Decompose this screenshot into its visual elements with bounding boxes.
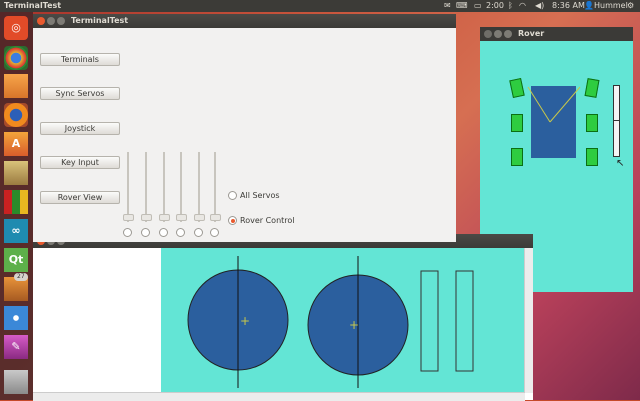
- rover-control-label: Rover Control: [240, 216, 295, 225]
- servo-slider-5[interactable]: [194, 152, 205, 222]
- key-input-button[interactable]: Key Input: [40, 156, 120, 169]
- mail-icon[interactable]: ✉: [444, 0, 451, 12]
- toolbox-icon: [4, 161, 28, 185]
- servo-slider-2[interactable]: [141, 152, 152, 222]
- servo-select-radio-2[interactable]: [141, 228, 150, 237]
- volume-icon[interactable]: ◀): [535, 0, 544, 12]
- slider-knob[interactable]: [159, 214, 170, 221]
- sync-servos-button[interactable]: Sync Servos: [40, 87, 120, 100]
- close-icon[interactable]: [37, 17, 45, 25]
- maximize-icon[interactable]: [57, 17, 65, 25]
- slider-knob[interactable]: [210, 214, 221, 221]
- slider-knob[interactable]: [141, 214, 152, 221]
- rover-wheel-rear-right: [586, 148, 598, 166]
- servo-select-radio-1[interactable]: [123, 228, 132, 237]
- usb-drive-launcher[interactable]: [4, 370, 28, 394]
- launcher: ◎ A ∞ Qt 27 ✎: [0, 12, 33, 400]
- right-gauge-bar: [455, 270, 474, 372]
- libreoffice-launcher[interactable]: [4, 190, 28, 214]
- rover-wheel-middle-left: [511, 114, 523, 132]
- software-center-launcher[interactable]: A: [4, 132, 28, 156]
- view-blank-panel: [33, 248, 161, 393]
- slider-knob[interactable]: [176, 214, 187, 221]
- servo-select-radio-6[interactable]: [210, 228, 219, 237]
- user-name[interactable]: Hummel: [594, 0, 628, 12]
- shopping-bag-icon: A: [4, 132, 28, 156]
- clock[interactable]: 8:36 AM: [552, 0, 585, 12]
- terminals-button[interactable]: Terminals: [40, 53, 120, 66]
- rover-wheel-rear-left: [511, 148, 523, 166]
- arduino-icon: ∞: [4, 219, 28, 243]
- servo-select-radio-4[interactable]: [176, 228, 185, 237]
- qt-creator-launcher[interactable]: Qt: [4, 248, 28, 272]
- slider-knob[interactable]: [123, 214, 134, 221]
- keyboard-icon[interactable]: ⌨: [456, 0, 468, 12]
- rover-throttle-bar[interactable]: [613, 85, 620, 157]
- folder-icon: [4, 74, 28, 98]
- servo-slider-6[interactable]: [210, 152, 221, 222]
- all-servos-label: All Servos: [240, 191, 280, 200]
- throttle-marker: [614, 120, 619, 121]
- direction-line-right: [549, 86, 581, 123]
- slider-knob[interactable]: [194, 214, 205, 221]
- window-title: TerminalTest: [71, 16, 129, 25]
- drive-icon: [4, 370, 28, 394]
- active-app-title: TerminalTest: [4, 1, 62, 10]
- terminal-test-window: TerminalTest Terminals Sync Servos Joyst…: [33, 14, 456, 242]
- system-launcher[interactable]: [4, 161, 28, 185]
- battery-time[interactable]: 2:00: [486, 0, 504, 12]
- rover-wheel-middle-right: [586, 114, 598, 132]
- firefox-launcher[interactable]: [4, 103, 28, 127]
- files-launcher[interactable]: [4, 74, 28, 98]
- servo-slider-3[interactable]: [159, 152, 170, 222]
- left-wheel-center-marker: +: [240, 314, 250, 328]
- mouse-cursor-icon: ↖: [616, 158, 625, 169]
- office-icon: [4, 190, 28, 214]
- chromium-launcher[interactable]: [4, 46, 28, 70]
- updates-launcher[interactable]: 27: [4, 273, 28, 301]
- ubuntu-logo-icon: ◎: [11, 21, 21, 34]
- left-gauge-bar: [420, 270, 439, 372]
- rover-control-radio[interactable]: [228, 216, 237, 225]
- arduino-launcher[interactable]: ∞: [4, 219, 28, 243]
- gear-icon[interactable]: ⚙: [627, 0, 634, 12]
- servo-slider-4[interactable]: [176, 152, 187, 222]
- view-window: + +: [33, 234, 533, 401]
- rover-view-button[interactable]: Rover View: [40, 191, 120, 204]
- minimize-icon[interactable]: [47, 17, 55, 25]
- top-panel: TerminalTest ✉ ⌨ ▭ 2:00 ᛒ ◠ ◀) 8:36 AM 👤…: [0, 0, 640, 12]
- updates-badge: 27: [14, 273, 28, 281]
- bluetooth-icon[interactable]: ᛒ: [508, 0, 513, 12]
- right-wheel-center-marker: +: [349, 318, 359, 332]
- font-icon: ✎: [4, 335, 28, 359]
- servo-slider-1[interactable]: [123, 152, 134, 222]
- battery-icon[interactable]: ▭: [474, 0, 482, 12]
- firefox-icon: [4, 103, 28, 127]
- servo-select-radio-3[interactable]: [159, 228, 168, 237]
- servo-select-radio-5[interactable]: [194, 228, 203, 237]
- inkscape-launcher[interactable]: [4, 306, 28, 330]
- joystick-button[interactable]: Joystick: [40, 122, 120, 135]
- direction-line-left: [527, 86, 551, 123]
- chromium-icon: [4, 46, 28, 70]
- terminal-test-titlebar: TerminalTest: [33, 14, 456, 28]
- wifi-icon[interactable]: ◠: [519, 0, 526, 12]
- all-servos-radio[interactable]: [228, 191, 237, 200]
- user-icon: 👤: [584, 1, 594, 10]
- vertical-scrollbar[interactable]: [524, 248, 533, 393]
- view-drawing: + +: [187, 256, 474, 388]
- ubuntu-home-button[interactable]: ◎: [4, 16, 28, 40]
- qt-icon: Qt: [4, 248, 28, 272]
- pen-icon: [4, 306, 28, 330]
- font-viewer-launcher[interactable]: ✎: [4, 335, 28, 359]
- view-canvas: + +: [161, 248, 525, 393]
